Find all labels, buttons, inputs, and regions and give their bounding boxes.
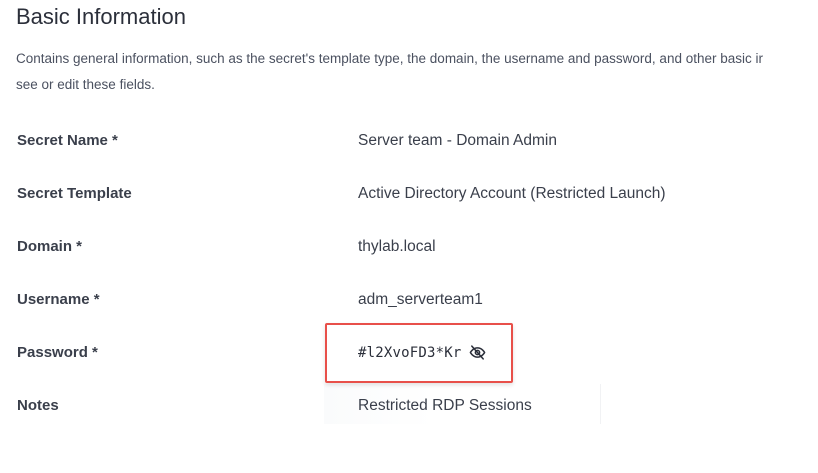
field-value-secret-name[interactable]: Server team - Domain Admin: [358, 114, 557, 167]
field-row-domain: Domain * thylab.local: [0, 220, 818, 273]
field-label-domain: Domain *: [17, 238, 83, 255]
field-row-secret-name: Secret Name * Server team - Domain Admin: [0, 114, 818, 167]
field-value-password-container: #l2XvoFD3*Kr: [358, 326, 487, 379]
basic-information-panel: Basic Information Contains general infor…: [0, 0, 818, 473]
field-row-notes: Notes Restricted RDP Sessions: [0, 379, 818, 432]
field-row-password: Password * #l2XvoFD3*Kr: [0, 326, 818, 379]
field-value-secret-template[interactable]: Active Directory Account (Restricted Lau…: [358, 167, 666, 220]
section-description-line-1: Contains general information, such as th…: [16, 51, 763, 66]
field-label-username: Username *: [17, 291, 100, 308]
field-value-username[interactable]: adm_serverteam1: [358, 273, 483, 326]
section-title: Basic Information: [16, 4, 186, 29]
eye-slash-icon[interactable]: [469, 344, 487, 362]
field-row-username: Username * adm_serverteam1: [0, 273, 818, 326]
section-description-line-2: see or edit these fields.: [16, 77, 155, 92]
field-row-secret-template: Secret Template Active Directory Account…: [0, 167, 818, 220]
field-value-domain[interactable]: thylab.local: [358, 220, 436, 273]
field-value-notes[interactable]: Restricted RDP Sessions: [358, 379, 532, 432]
field-label-password: Password *: [17, 344, 98, 361]
section-description: Contains general information, such as th…: [16, 46, 816, 98]
field-label-secret-name: Secret Name *: [17, 132, 118, 149]
field-label-notes: Notes: [17, 397, 59, 414]
field-label-secret-template: Secret Template: [17, 185, 132, 202]
field-value-password[interactable]: #l2XvoFD3*Kr: [358, 345, 462, 361]
